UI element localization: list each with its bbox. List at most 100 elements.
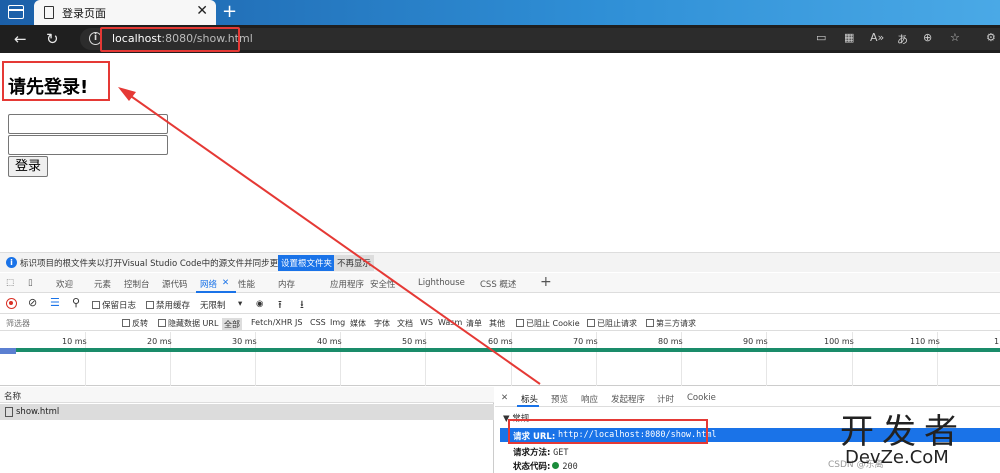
heading-highlight-box: [2, 61, 110, 101]
tab-application[interactable]: 应用程序: [330, 278, 364, 290]
hide-data-url-checkbox[interactable]: 隐藏数据 URL: [158, 318, 218, 329]
third-party-checkbox[interactable]: 第三方请求: [646, 318, 696, 329]
type-filter-ws[interactable]: WS: [420, 318, 433, 327]
tab-performance[interactable]: 性能: [238, 278, 255, 290]
tick-label: 10 ms: [62, 337, 87, 346]
filter-icon[interactable]: ☰: [50, 296, 60, 309]
type-filter-doc[interactable]: 文档: [397, 318, 413, 329]
tick-label: 110 ms: [910, 337, 940, 346]
tab-preview[interactable]: 预览: [551, 393, 568, 405]
tab-css-overview[interactable]: CSS 概述: [480, 278, 516, 290]
tab-network[interactable]: 网络: [200, 278, 217, 290]
type-filter-wasm[interactable]: Wasm: [438, 318, 462, 327]
status-row: 状态代码: 200: [513, 460, 578, 472]
zoom-icon[interactable]: ⊕: [923, 31, 932, 44]
tab-login-page[interactable]: 登录页面 ✕: [34, 0, 216, 25]
download-icon[interactable]: ⭳: [300, 296, 304, 315]
record-icon[interactable]: [6, 298, 17, 309]
window-menu-icon[interactable]: [8, 5, 24, 19]
tab-memory[interactable]: 内存: [278, 278, 295, 290]
blocked-requests-checkbox[interactable]: 已阻止请求: [587, 318, 637, 329]
info-icon: i: [6, 257, 17, 268]
login-button[interactable]: 登录: [8, 156, 48, 177]
tab-console[interactable]: 控制台: [124, 278, 150, 290]
translate-icon[interactable]: あ: [897, 31, 908, 47]
search-icon[interactable]: ⚲: [72, 296, 80, 309]
device-toggle-icon[interactable]: ▯: [28, 278, 33, 288]
username-input[interactable]: [8, 114, 168, 134]
type-filter-media[interactable]: 媒体: [350, 318, 366, 329]
request-list: 名称 show.html: [0, 387, 494, 473]
notice-text: 标识项目的根文件夹以打开Visual Studio Code中的源文件并同步更改…: [20, 259, 296, 269]
reader-icon[interactable]: ▭: [816, 31, 826, 44]
blocked-cookies-checkbox[interactable]: 已阻止 Cookie: [516, 318, 580, 329]
tab-response[interactable]: 响应: [581, 393, 598, 405]
settings-icon[interactable]: ⚙: [986, 31, 996, 44]
new-tab-button[interactable]: +: [222, 1, 237, 22]
request-url-highlight-box: [508, 419, 708, 444]
clear-icon[interactable]: ⊘: [28, 296, 37, 309]
file-icon: [5, 407, 13, 417]
upload-icon[interactable]: ⭱: [278, 296, 282, 315]
add-tab-icon[interactable]: +: [540, 274, 552, 290]
close-detail-icon[interactable]: ✕: [501, 393, 508, 403]
favorites-icon[interactable]: ☆: [950, 31, 960, 44]
preserve-log-checkbox[interactable]: 保留日志: [92, 299, 136, 311]
chevron-down-icon[interactable]: ▾: [238, 299, 242, 309]
tab-headers[interactable]: 标头: [521, 393, 538, 405]
password-input[interactable]: [8, 135, 168, 155]
type-filter-other[interactable]: 其他: [489, 318, 505, 329]
devtools-notice: i 标识项目的根文件夹以打开Visual Studio Code中的源文件并同步…: [0, 252, 1000, 272]
tick-label: 100 ms: [824, 337, 854, 346]
name-column-header[interactable]: 名称: [4, 390, 21, 402]
tick-label: 1: [994, 337, 1000, 346]
type-filter-xhr[interactable]: Fetch/XHR: [251, 318, 292, 327]
status-value: 200: [562, 462, 578, 472]
tab-cookie[interactable]: Cookie: [687, 393, 716, 403]
type-filter-css[interactable]: CSS: [310, 318, 326, 327]
tick-label: 40 ms: [317, 337, 342, 346]
active-detail-tab-underline: [517, 405, 539, 407]
inspect-icon[interactable]: ⬚: [6, 278, 14, 288]
type-filter-all[interactable]: 全部: [222, 318, 242, 331]
type-filter-img[interactable]: Img: [330, 318, 345, 327]
type-filter-manifest[interactable]: 清单: [466, 318, 482, 329]
tick-label: 50 ms: [402, 337, 427, 346]
list-header: 名称: [0, 387, 494, 403]
network-timeline[interactable]: 10 ms 20 ms 30 ms 40 ms 50 ms 60 ms 70 m…: [0, 332, 1000, 386]
close-network-tab-icon[interactable]: ✕: [222, 278, 229, 288]
disable-cache-checkbox[interactable]: 禁用缓存: [146, 299, 190, 311]
table-row[interactable]: show.html: [0, 404, 494, 420]
close-tab-icon[interactable]: ✕: [196, 3, 208, 19]
throttle-select[interactable]: 无限制: [200, 299, 226, 311]
tab-elements[interactable]: 元素: [94, 278, 111, 290]
request-name: show.html: [16, 407, 60, 417]
tab-initiator[interactable]: 发起程序: [611, 393, 645, 405]
invert-checkbox[interactable]: 反转: [122, 318, 148, 329]
active-tab-underline: [196, 291, 236, 293]
wifi-icon[interactable]: ◉: [256, 299, 263, 309]
read-aloud-icon[interactable]: A»: [870, 31, 884, 44]
refresh-icon[interactable]: ↻: [46, 30, 59, 48]
type-filter-js[interactable]: JS: [295, 318, 302, 327]
back-icon[interactable]: ←: [14, 30, 27, 48]
tick-label: 30 ms: [232, 337, 257, 346]
network-toolbar: ⊘ ☰ ⚲ 保留日志 禁用缓存 无限制 ▾ ◉ ⭱ ⭳: [0, 294, 1000, 314]
tab-security[interactable]: 安全性: [370, 278, 396, 290]
tab-welcome[interactable]: 欢迎: [56, 278, 73, 290]
tick-label: 80 ms: [658, 337, 683, 346]
set-root-folder-button[interactable]: 设置根文件夹: [278, 255, 336, 271]
tick-label: 90 ms: [743, 337, 768, 346]
method-row: 请求方法: GET: [513, 446, 568, 458]
dont-show-again-button[interactable]: 不再显示: [334, 255, 375, 271]
apps-icon[interactable]: ▦: [844, 31, 854, 44]
timeline-bar-start: [0, 348, 16, 354]
type-filter-font[interactable]: 字体: [374, 318, 390, 329]
tab-timing[interactable]: 计时: [657, 393, 674, 405]
timeline-bar: [0, 348, 1000, 352]
tab-sources[interactable]: 源代码: [162, 278, 188, 290]
tab-lighthouse[interactable]: Lighthouse: [418, 278, 465, 288]
filter-input[interactable]: 筛选器: [6, 318, 30, 329]
method-value: GET: [553, 448, 569, 458]
method-label: 请求方法:: [513, 448, 551, 458]
